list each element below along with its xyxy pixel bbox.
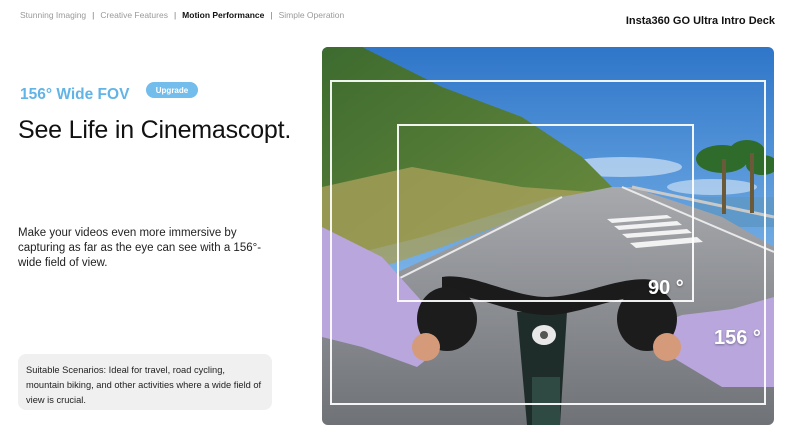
fov-156-label: 156 ° [714,327,761,349]
nav-separator: | [173,10,177,20]
nav-separator: | [270,10,273,20]
description-text: Make your videos even more immersive by … [18,227,262,269]
page-title: See Life in Cinemascopt. [18,116,292,144]
fov-frame-90 [397,124,694,302]
deck-title: Insta360 GO Ultra Intro Deck [625,15,775,27]
cycling-photo: 90 ° 156 ° [322,47,774,425]
scenario-text: Suitable Scenarios: Ideal for travel, ro… [26,365,262,405]
nav-item-motion-performance[interactable]: Motion Performance [182,10,264,20]
nav-item-simple-operation[interactable]: Simple Operation [279,10,345,20]
scenario-box: Suitable Scenarios: Ideal for travel, ro… [18,354,272,410]
nav-item-stunning-imaging[interactable]: Stunning Imaging [20,10,86,20]
upgrade-badge: Upgrade [146,82,198,98]
fov-90-label: 90 ° [648,277,684,299]
nav-separator: | [92,10,95,20]
fov-label: 156° Wide FOV [20,86,130,103]
nav-item-creative-features[interactable]: Creative Features [100,10,168,20]
section-nav: Stunning Imaging | Creative Features | M… [20,10,344,20]
